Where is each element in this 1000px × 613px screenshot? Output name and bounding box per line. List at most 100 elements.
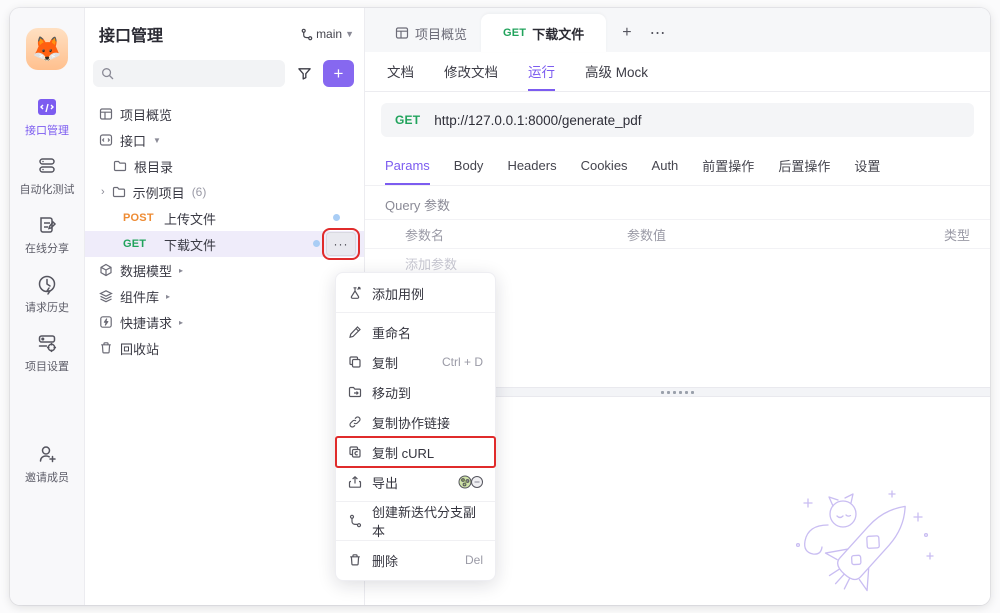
tree-item-component-lib[interactable]: 组件库 ▸ (85, 283, 364, 309)
menu-item-copy-share-link[interactable]: 复制协作链接 (336, 407, 495, 437)
tree-label: 回收站 (120, 339, 159, 358)
menu-item-move-to[interactable]: 移动到 (336, 377, 495, 407)
new-tab-button[interactable]: + (622, 24, 631, 42)
tab-params[interactable]: Params (385, 148, 430, 185)
menu-item-create-branch-copy[interactable]: 创建新迭代分支副本 (336, 506, 495, 536)
tab-auth[interactable]: Auth (652, 148, 679, 185)
tree-item-data-model[interactable]: 数据模型 ▸ (85, 257, 364, 283)
caret-right-icon: ▸ (179, 266, 183, 275)
tree-label: 快捷请求 (120, 313, 172, 332)
tab-body[interactable]: Body (454, 148, 484, 185)
tab-headers[interactable]: Headers (507, 148, 556, 185)
tree-item-upload-file[interactable]: POST 上传文件 (85, 205, 364, 231)
data-model-icon (99, 263, 113, 277)
caret-right-icon: ▸ (166, 292, 170, 301)
tab-pre-operations[interactable]: 前置操作 (702, 148, 754, 185)
export-icon (348, 475, 362, 489)
menu-item-duplicate[interactable]: 复制 Ctrl + D (336, 347, 495, 377)
tab-post-operations[interactable]: 后置操作 (778, 148, 830, 185)
branch-icon (348, 514, 362, 528)
rail-label: 邀请成员 (25, 469, 69, 485)
tree-label: 项目概览 (120, 105, 172, 124)
app-window: 🦊 接口管理 自动化测试 在线分享 请求历史 项目设置 邀请成员 (10, 8, 990, 605)
folder-icon (112, 185, 126, 199)
automation-test-icon (36, 155, 58, 177)
tab-more-button[interactable]: ⋯ (650, 23, 666, 43)
rail-label: 在线分享 (25, 240, 69, 256)
tab-advanced-mock[interactable]: 高级 Mock (585, 52, 648, 91)
api-tree-panel: 接口管理 main ▼ + 项目概览 接口 ▼ (85, 8, 365, 605)
trash-icon (348, 553, 362, 567)
api-management-icon (35, 96, 59, 118)
caret-right-icon: ▸ (179, 318, 183, 327)
rail-item-invite-member[interactable]: 邀请成员 (25, 443, 69, 485)
menu-divider (336, 312, 495, 313)
tab-project-overview[interactable]: 项目概览 (381, 14, 481, 52)
status-dot (313, 240, 320, 247)
rename-icon (348, 325, 362, 339)
params-table-header: 参数名 参数值 类型 (365, 219, 990, 249)
doc-mode-tabs: 文档 修改文档 运行 高级 Mock (365, 52, 990, 92)
tree-item-project-overview[interactable]: 项目概览 (85, 101, 364, 127)
method-select[interactable]: GET (395, 113, 420, 127)
tree-item-download-file[interactable]: GET 下载文件 ··· (85, 231, 364, 257)
tab-cookies[interactable]: Cookies (581, 148, 628, 185)
rail-item-online-share[interactable]: 在线分享 (25, 214, 69, 256)
status-dot (333, 214, 340, 221)
tree-item-root-folder[interactable]: 根目录 (85, 153, 364, 179)
component-lib-icon (99, 289, 113, 303)
branch-name: main (316, 27, 342, 41)
tab-settings[interactable]: 设置 (854, 148, 880, 185)
tab-label: 项目概览 (415, 24, 467, 43)
add-api-button[interactable]: + (323, 60, 354, 87)
menu-item-rename[interactable]: 重命名 (336, 317, 495, 347)
rail-item-project-settings[interactable]: 项目设置 (25, 332, 69, 374)
tree-item-api-group[interactable]: 接口 ▼ (85, 127, 364, 153)
tree-item-quick-request[interactable]: 快捷请求 ▸ (85, 309, 364, 335)
folder-icon (113, 159, 127, 173)
column-param-name: 参数名 (405, 225, 627, 244)
more-actions-button[interactable]: ··· (326, 232, 356, 256)
context-menu: 添加用例 重命名 复制 Ctrl + D 移动到 复制协作链接 复制 cURL … (335, 272, 496, 581)
tree-label: 接口 (120, 131, 146, 150)
item-count: (6) (192, 185, 207, 199)
branch-selector[interactable]: main ▼ (300, 27, 354, 41)
menu-item-add-case[interactable]: 添加用例 (336, 278, 495, 308)
overview-icon (99, 107, 113, 121)
search-icon (101, 67, 114, 80)
rail-item-automation-test[interactable]: 自动化测试 (20, 155, 75, 197)
project-avatar[interactable]: 🦊 (26, 28, 68, 70)
online-share-icon (36, 214, 58, 236)
branch-icon (300, 28, 313, 41)
filter-button[interactable] (291, 61, 317, 87)
method-badge-post: POST (123, 212, 157, 224)
copy-icon (348, 355, 362, 369)
chevron-right-icon: › (101, 186, 105, 198)
api-group-icon (99, 133, 113, 147)
url-input[interactable]: http://127.0.0.1:8000/generate_pdf (434, 113, 641, 128)
menu-item-delete[interactable]: 删除 Del (336, 545, 495, 575)
menu-item-copy-curl[interactable]: 复制 cURL (336, 437, 495, 467)
menu-divider (336, 540, 495, 541)
rail-item-api-management[interactable]: 接口管理 (25, 96, 69, 138)
request-section-tabs: Params Body Headers Cookies Auth 前置操作 后置… (365, 148, 990, 186)
rail-item-request-history[interactable]: 请求历史 (25, 273, 69, 315)
shortcut-label: Del (465, 553, 483, 567)
tab-download-file[interactable]: GET 下载文件 (481, 14, 606, 52)
tree-item-recycle-bin[interactable]: 回收站 (85, 335, 364, 361)
copy-curl-icon (348, 445, 362, 459)
trash-icon (99, 341, 113, 355)
search-input[interactable] (93, 60, 285, 87)
document-tab-bar: 项目概览 GET 下载文件 + ⋯ (365, 8, 990, 52)
tab-edit-doc[interactable]: 修改文档 (444, 52, 498, 91)
tab-run[interactable]: 运行 (528, 52, 555, 91)
tab-doc[interactable]: 文档 (387, 52, 414, 91)
menu-item-export[interactable]: 导出 (336, 467, 495, 497)
request-url-bar[interactable]: GET http://127.0.0.1:8000/generate_pdf (381, 103, 974, 137)
invite-member-icon (36, 443, 58, 465)
tree-item-example-project[interactable]: › 示例项目 (6) (85, 179, 364, 205)
move-to-folder-icon (348, 385, 362, 399)
quick-request-icon (99, 315, 113, 329)
tree-label: 上传文件 (164, 209, 216, 228)
tab-label: 下载文件 (532, 24, 584, 43)
